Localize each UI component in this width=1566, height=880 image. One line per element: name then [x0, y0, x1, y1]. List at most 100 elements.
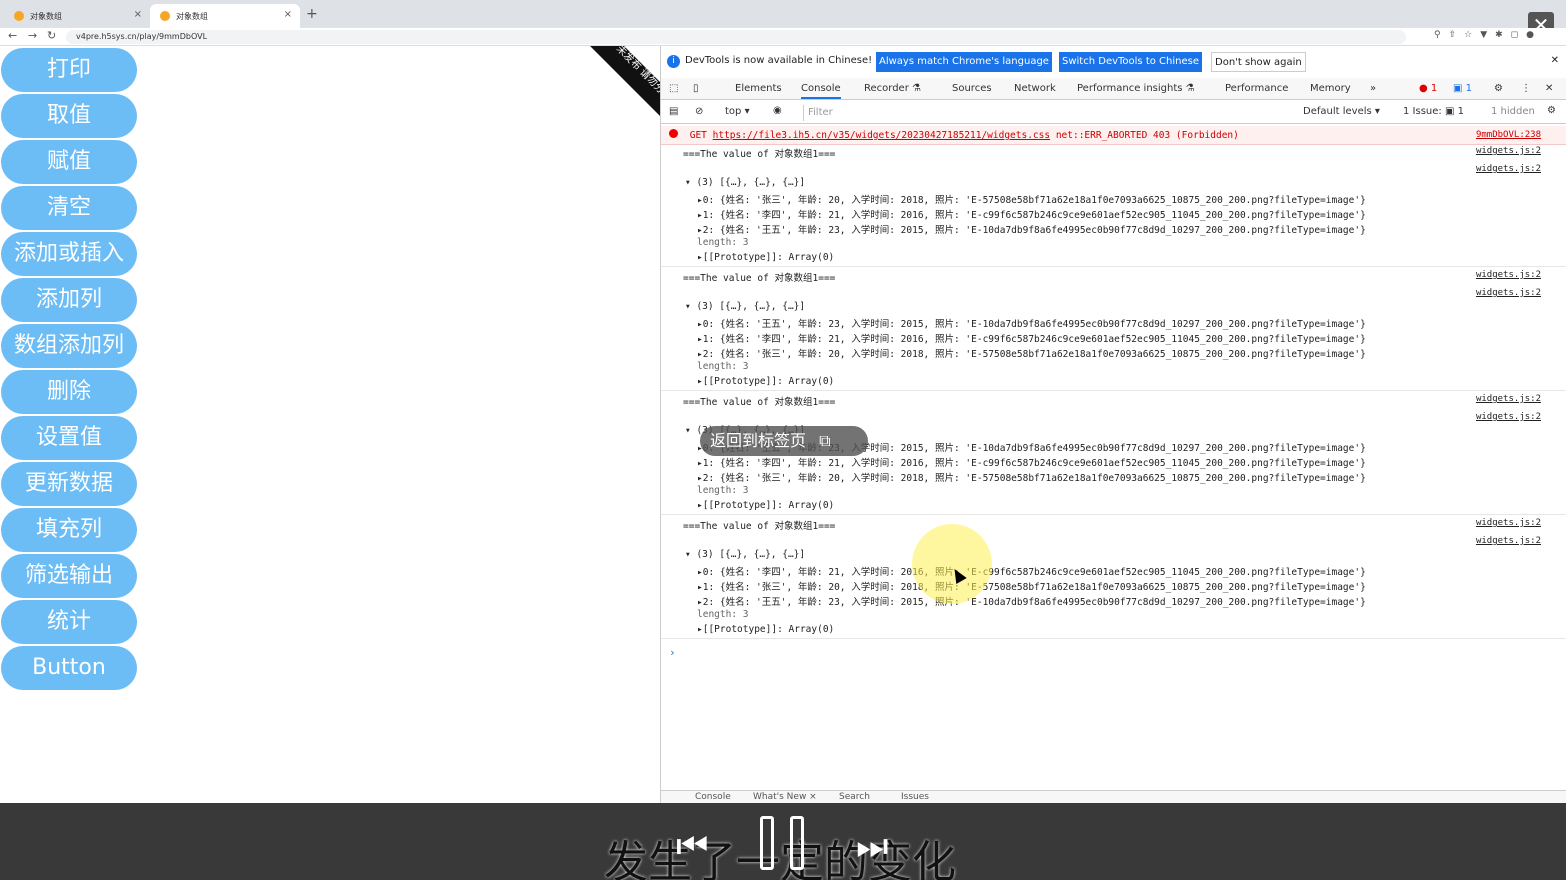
back-icon[interactable]: ←: [8, 29, 17, 42]
kebab-menu-icon[interactable]: ⋮: [1521, 83, 1531, 94]
prototype-line[interactable]: ▸[[Prototype]]: Array(0): [697, 624, 834, 635]
tab-network[interactable]: Network: [1014, 83, 1056, 94]
devtools-close-icon[interactable]: ✕: [1545, 83, 1553, 94]
switch-chinese-button[interactable]: Switch DevTools to Chinese: [1059, 52, 1202, 72]
levels-select[interactable]: Default levels ▾: [1303, 106, 1380, 117]
update-data-button[interactable]: 更新数据: [1, 462, 137, 506]
prototype-line[interactable]: ▸[[Prototype]]: Array(0): [697, 252, 834, 263]
generic-button[interactable]: Button: [1, 646, 137, 690]
add-column-button[interactable]: 添加列: [1, 278, 137, 322]
favicon-icon: [14, 11, 24, 21]
statistics-button[interactable]: 统计: [1, 600, 137, 644]
device-toolbar-icon[interactable]: ▯: [693, 83, 699, 94]
array-item-row[interactable]: ▸1: {姓名: '李四', 年龄: 21, 入学时间: 2016, 照片: '…: [697, 331, 1366, 345]
array-item-row[interactable]: ▸0: {姓名: '王五', 年龄: 23, 入学时间: 2015, 照片: '…: [697, 316, 1366, 330]
drawer-tab-search[interactable]: Search: [839, 792, 870, 802]
more-tabs-icon[interactable]: »: [1370, 83, 1376, 94]
array-item-row[interactable]: ▸2: {姓名: '张三', 年龄: 20, 入学时间: 2018, 照片: '…: [697, 346, 1366, 360]
console-toolbar: ▤ ⊘ top ▾ ◉ Filter Default levels ▾ 1 Is…: [661, 102, 1566, 124]
error-count-badge[interactable]: ● 1: [1419, 83, 1437, 94]
previous-icon[interactable]: ⏮: [676, 826, 708, 868]
settings-gear-icon[interactable]: ⚙: [1494, 83, 1503, 94]
infobar-close-icon[interactable]: ✕: [1551, 55, 1559, 66]
prototype-line[interactable]: ▸[[Prototype]]: Array(0): [697, 500, 834, 511]
expand-triangle-icon[interactable]: ▾: [685, 301, 696, 312]
error-url-link[interactable]: https://file3.ih5.cn/v35/widgets/2023042…: [713, 130, 1050, 141]
clear-console-icon[interactable]: ⊘: [695, 106, 703, 117]
array-item-row[interactable]: ▸1: {姓名: '李四', 年龄: 21, 入学时间: 2016, 照片: '…: [697, 207, 1366, 221]
array-item-row[interactable]: ▸2: {姓名: '王五', 年龄: 23, 入学时间: 2015, 照片: '…: [697, 222, 1366, 236]
source-link[interactable]: widgets.js:2: [1476, 146, 1541, 156]
tab-recorder[interactable]: Recorder ⚗: [864, 83, 921, 94]
external-link-icon: ⧉: [819, 431, 831, 450]
extension-icons[interactable]: ⚲⇧☆▼✱◻●: [1434, 30, 1542, 40]
drawer-tab-whats-new[interactable]: What's New ×: [753, 792, 817, 802]
hidden-count: 1 hidden: [1491, 106, 1535, 117]
tab-console[interactable]: Console: [801, 83, 841, 99]
array-item-row[interactable]: ▸2: {姓名: '王五', 年龄: 23, 入学时间: 2015, 照片: '…: [697, 594, 1366, 608]
array-item-row[interactable]: ▸0: {姓名: '张三', 年龄: 20, 入学时间: 2018, 照片: '…: [697, 192, 1366, 206]
back-to-tab-pill[interactable]: 返回到标签页 ⧉: [700, 426, 868, 456]
issues-button[interactable]: 1 Issue: ▣ 1: [1403, 106, 1464, 117]
array-item-row[interactable]: ▸2: {姓名: '张三', 年龄: 20, 入学时间: 2018, 照片: '…: [697, 470, 1366, 484]
array-summary[interactable]: ▾ (3) [{…}, {…}, {…}]: [685, 549, 805, 560]
filter-output-button[interactable]: 筛选输出: [1, 554, 137, 598]
console-prompt-icon[interactable]: ›: [669, 646, 676, 659]
set-value-button[interactable]: 设置值: [1, 416, 137, 460]
tab-close-icon[interactable]: ×: [284, 9, 292, 20]
source-link[interactable]: widgets.js:2: [1476, 164, 1541, 174]
context-select[interactable]: top ▾: [725, 106, 750, 117]
source-link[interactable]: widgets.js:2: [1476, 536, 1541, 546]
filter-input[interactable]: Filter: [803, 105, 1293, 121]
reload-icon[interactable]: ↻: [47, 29, 56, 42]
prototype-line[interactable]: ▸[[Prototype]]: Array(0): [697, 376, 834, 387]
divider: [661, 638, 1566, 639]
delete-button[interactable]: 删除: [1, 370, 137, 414]
unpublished-ribbon: 未发布 请勿分享: [585, 46, 665, 126]
source-link[interactable]: widgets.js:2: [1476, 394, 1541, 404]
error-source-link[interactable]: 9mmDbOVL:238: [1476, 126, 1541, 144]
print-button[interactable]: 打印: [1, 48, 137, 92]
url-input[interactable]: v4pre.h5sys.cn/play/9mmDbOVL: [66, 30, 1406, 44]
array-item-row[interactable]: ▸0: {姓名: '李四', 年龄: 21, 入学时间: 2016, 照片: '…: [697, 564, 1366, 578]
ribbon-text: 未发布 请勿分享: [588, 46, 665, 126]
console-settings-icon[interactable]: ⚙: [1547, 105, 1556, 116]
array-summary[interactable]: ▾ (3) [{…}, {…}, {…}]: [685, 301, 805, 312]
array-add-column-button[interactable]: 数组添加列: [1, 324, 137, 368]
expand-triangle-icon[interactable]: ▾: [685, 549, 696, 560]
match-language-button[interactable]: Always match Chrome's language: [876, 52, 1052, 72]
expand-triangle-icon[interactable]: ▾: [685, 177, 696, 188]
browser-tab-2[interactable]: 对象数组 ×: [150, 4, 300, 28]
source-link[interactable]: widgets.js:2: [1476, 270, 1541, 280]
get-value-button[interactable]: 取值: [1, 94, 137, 138]
array-item-row[interactable]: ▸1: {姓名: '李四', 年龄: 21, 入学时间: 2016, 照片: '…: [697, 455, 1366, 469]
inspect-icon[interactable]: ⬚: [669, 83, 678, 94]
tab-memory[interactable]: Memory: [1310, 83, 1351, 94]
eye-icon[interactable]: ◉: [773, 105, 782, 116]
add-or-insert-button[interactable]: 添加或插入: [1, 232, 137, 276]
next-icon[interactable]: ⏭: [856, 826, 888, 868]
tab-close-icon[interactable]: ×: [134, 9, 142, 20]
pause-icon[interactable]: [760, 816, 806, 870]
message-count-badge[interactable]: ▣ 1: [1453, 83, 1472, 94]
source-link[interactable]: widgets.js:2: [1476, 412, 1541, 422]
tab-performance-insights[interactable]: Performance insights ⚗: [1077, 83, 1195, 94]
clear-button[interactable]: 清空: [1, 186, 137, 230]
forward-icon[interactable]: →: [28, 29, 37, 42]
array-item-row[interactable]: ▸1: {姓名: '张三', 年龄: 20, 入学时间: 2018, 照片: '…: [697, 579, 1366, 593]
fill-column-button[interactable]: 填充列: [1, 508, 137, 552]
tab-elements[interactable]: Elements: [735, 83, 782, 94]
tab-performance[interactable]: Performance: [1225, 83, 1288, 94]
browser-tab-1[interactable]: 对象数组 ×: [4, 4, 150, 28]
expand-triangle-icon[interactable]: ▾: [685, 425, 696, 436]
drawer-tab-issues[interactable]: Issues: [901, 792, 929, 802]
source-link[interactable]: widgets.js:2: [1476, 518, 1541, 528]
source-link[interactable]: widgets.js:2: [1476, 288, 1541, 298]
new-tab-icon[interactable]: +: [306, 6, 318, 22]
sidebar-toggle-icon[interactable]: ▤: [669, 106, 678, 117]
drawer-tab-console[interactable]: Console: [695, 792, 731, 802]
array-summary[interactable]: ▾ (3) [{…}, {…}, {…}]: [685, 177, 805, 188]
dont-show-again-button[interactable]: Don't show again: [1211, 52, 1306, 72]
tab-sources[interactable]: Sources: [952, 83, 992, 94]
assign-button[interactable]: 赋值: [1, 140, 137, 184]
